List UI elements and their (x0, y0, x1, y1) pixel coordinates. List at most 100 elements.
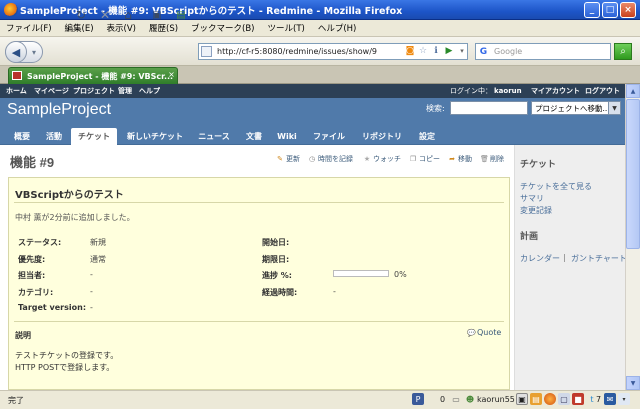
my-account-link[interactable]: マイアカウント (531, 84, 580, 98)
rss-icon[interactable]: ◙ (404, 45, 416, 57)
user-icon[interactable]: ☻ (464, 393, 476, 405)
twitter-count: 7 (596, 395, 602, 404)
watch-label: ウォッチ (373, 155, 401, 163)
top-link-admin[interactable]: 管理 (118, 84, 132, 98)
search-button[interactable]: ⌕ (614, 43, 632, 60)
copy-link[interactable]: ❐ コピー (409, 154, 440, 164)
redmine-search-input[interactable] (450, 101, 528, 115)
back-arrow-icon: ◀ (11, 45, 21, 59)
tab-wiki[interactable]: Wiki (273, 128, 301, 145)
top-link-mypage[interactable]: マイページ (34, 84, 69, 98)
forward-dropdown[interactable]: ▾ (28, 45, 40, 59)
description-label: 説明 (15, 331, 31, 340)
log-time-label: 時間を記録 (318, 155, 353, 163)
reload-button[interactable]: ↻ (72, 6, 90, 24)
sidebar-link-changelog[interactable]: 変更記録 (520, 205, 552, 216)
bookmark-star-icon[interactable]: ☆ (417, 45, 429, 57)
go-arrow-icon[interactable]: ▶ (443, 45, 455, 57)
mail-icon[interactable]: ✉ (604, 393, 616, 405)
tab-overview[interactable]: 概要 (8, 128, 36, 145)
google-icon[interactable]: G (478, 46, 489, 57)
divider (14, 202, 504, 203)
addon-box-icon[interactable]: ▣ (516, 393, 528, 405)
scroll-down-icon[interactable]: ▼ (626, 376, 640, 390)
menu-tools[interactable]: ツール(T) (268, 22, 305, 34)
search-input[interactable]: Google (475, 43, 611, 60)
chevron-down-icon[interactable]: ▼ (608, 102, 620, 114)
login-prefix: ログイン中： (450, 87, 492, 95)
top-link-help[interactable]: ヘルプ (139, 84, 160, 98)
divider (14, 321, 504, 322)
category-label: カテゴリ: (18, 288, 54, 297)
quote-label: Quote (477, 328, 502, 337)
move-link[interactable]: ➦ 移動 (448, 154, 472, 164)
chat-icon[interactable]: ▭ (450, 393, 462, 405)
scrollbar-thumb[interactable] (626, 99, 640, 249)
category-value: - (90, 287, 93, 296)
issue-title: 機能 #9 (10, 155, 55, 170)
minimize-button[interactable]: _ (584, 2, 600, 18)
tab-repository[interactable]: リポジトリ (356, 128, 408, 145)
redmine-favicon-icon (12, 71, 22, 80)
firefox-icon (4, 3, 18, 17)
logout-link[interactable]: ログアウト (585, 84, 620, 98)
new-window-button[interactable]: ▣ (148, 6, 166, 24)
sidebar-link-calendar[interactable]: カレンダー (520, 253, 560, 264)
menu-file[interactable]: ファイル(F) (6, 22, 52, 34)
tab-documents[interactable]: 文書 (240, 128, 268, 145)
firefox-status-icon[interactable] (544, 393, 556, 405)
info-icon[interactable]: ℹ (430, 45, 442, 57)
spent-time-label: 経過時間: (262, 288, 298, 297)
sidebar-link-summary[interactable]: サマリ (520, 193, 544, 204)
top-link-projects[interactable]: プロジェクト (73, 84, 115, 98)
home-button[interactable]: ⌂ (119, 6, 137, 24)
back-button[interactable]: ◀ (5, 41, 27, 63)
priority-value: 通常 (90, 255, 106, 264)
close-window-button[interactable]: × (620, 2, 636, 18)
tab-files[interactable]: ファイル (308, 128, 350, 145)
log-time-link[interactable]: ◷ 時間を記録 (308, 154, 353, 164)
tab-settings[interactable]: 設定 (413, 128, 441, 145)
done-ratio-label: 進捗 %: (262, 271, 292, 280)
scroll-up-icon[interactable]: ▲ (626, 84, 640, 98)
quote-link[interactable]: 💬 Quote (467, 328, 501, 337)
addon-chart-icon[interactable]: ▤ (530, 393, 542, 405)
status-user[interactable]: kaorun55 (477, 393, 515, 406)
addon-red-icon[interactable]: ■ (572, 393, 584, 405)
addon-window-icon[interactable]: ▢ (558, 393, 570, 405)
addon-p-icon[interactable]: P (412, 393, 424, 405)
stop-button[interactable]: ✕ (96, 6, 114, 24)
tab-news[interactable]: ニュース (193, 128, 235, 145)
tab-issues[interactable]: チケット (71, 128, 117, 145)
star-icon: ★ (363, 155, 371, 163)
due-date-label: 期限日: (262, 255, 290, 264)
menu-help[interactable]: ヘルプ(H) (318, 22, 357, 34)
target-version-value: - (90, 303, 93, 312)
addon-menu-icon[interactable]: ▾ (618, 393, 630, 405)
edit-link[interactable]: ✎ 更新 (276, 154, 300, 164)
description-line: テストチケットの登録です。 (15, 351, 119, 360)
login-user[interactable]: kaorun (494, 84, 522, 98)
sidebar-link-all-issues[interactable]: チケットを全て見る (520, 181, 592, 192)
start-date-label: 開始日: (262, 238, 290, 247)
target-version-label: Target version: (18, 303, 87, 312)
top-link-home[interactable]: ホーム (6, 84, 27, 98)
sidebar-link-gantt[interactable]: ガントチャート (571, 253, 627, 264)
status-value: 新規 (90, 238, 106, 247)
redmine-top-menu: ホーム マイページ プロジェクト 管理 ヘルプ ログイン中： kaorun マイ… (0, 84, 625, 98)
new-tab-button[interactable]: ▤ (172, 6, 190, 24)
window-icon: ▣ (152, 9, 162, 21)
url-dropdown-icon[interactable]: ▾ (456, 45, 468, 57)
tab-activity[interactable]: 活動 (40, 128, 68, 145)
menu-bookmarks[interactable]: ブックマーク(B) (191, 22, 254, 34)
tab-new-issue[interactable]: 新しいチケット (122, 128, 188, 145)
maximize-button[interactable]: □ (602, 2, 618, 18)
author-line: 中村 薫が2分前に追加しました。 (15, 213, 135, 222)
comment-icon: 💬 (467, 328, 476, 337)
browser-tab-active[interactable]: SampleProject - 機能 #9: VBScr... (8, 67, 178, 84)
assignee-label: 担当者: (18, 271, 46, 280)
delete-link[interactable]: 🗑 削除 (480, 154, 504, 164)
tab-close-icon[interactable]: × (167, 70, 176, 79)
reload-icon: ↻ (75, 8, 87, 22)
watch-link[interactable]: ★ ウォッチ (363, 154, 401, 164)
